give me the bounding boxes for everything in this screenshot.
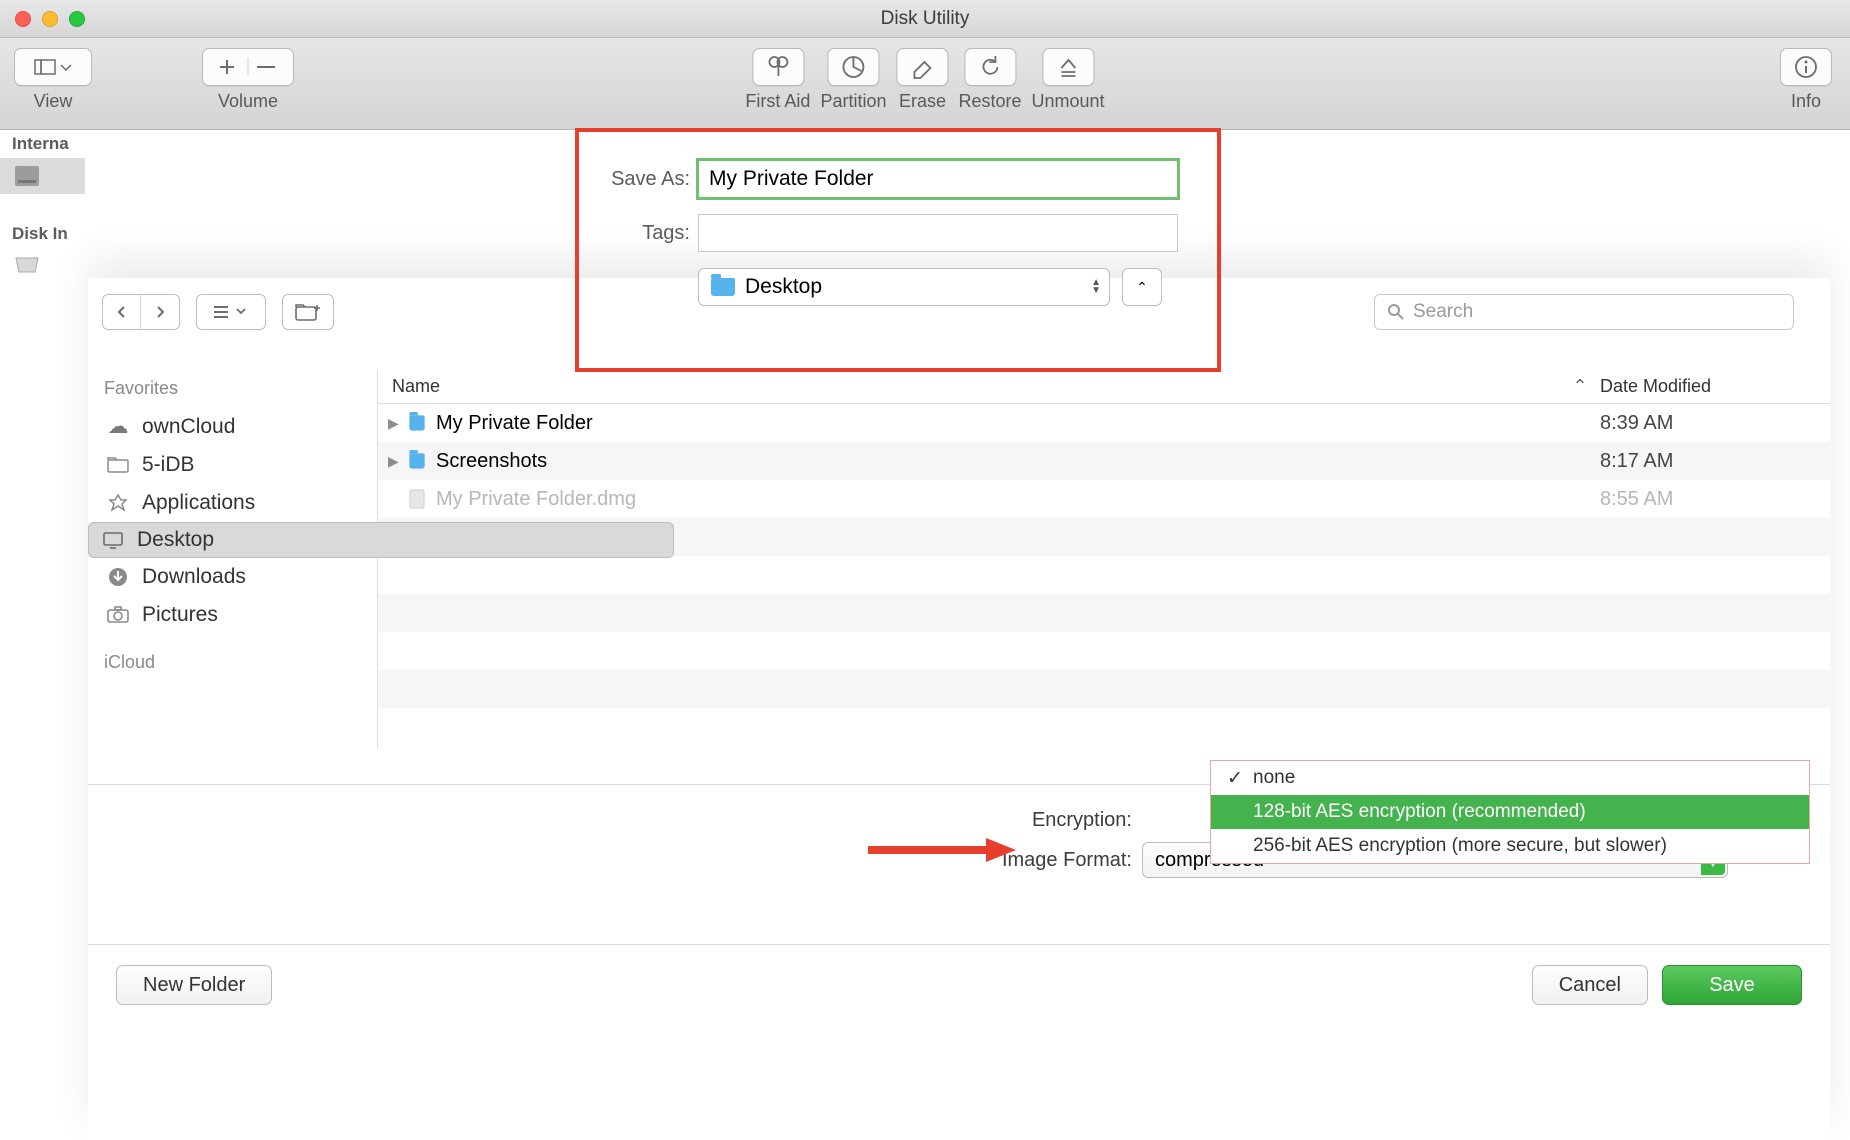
new-folder-button[interactable]: New Folder bbox=[116, 965, 272, 1005]
search-icon bbox=[1387, 303, 1405, 321]
sidebar-item-pictures[interactable]: Pictures bbox=[88, 596, 377, 634]
sidebar-item-5idb[interactable]: 5-iDB bbox=[88, 446, 377, 484]
search-input[interactable]: Search bbox=[1374, 294, 1794, 330]
save-as-label: Save As: bbox=[590, 168, 698, 191]
restore-button[interactable] bbox=[964, 48, 1016, 86]
titlebar: Disk Utility bbox=[0, 0, 1850, 38]
applications-icon bbox=[106, 493, 130, 513]
cloud-icon: ☁ bbox=[106, 414, 130, 439]
encryption-label: Encryption: bbox=[88, 809, 1142, 832]
dmg-file-icon bbox=[408, 488, 436, 510]
favorites-sidebar: Favorites ☁ownCloud 5-iDB Applications D… bbox=[88, 370, 378, 748]
folder-icon bbox=[711, 278, 735, 296]
file-row[interactable]: ▶ My Private Folder 8:39 AM bbox=[378, 404, 1830, 442]
info-button[interactable] bbox=[1780, 48, 1832, 86]
empty-row bbox=[378, 594, 1830, 632]
erase-button[interactable] bbox=[896, 48, 948, 86]
internal-disk-item[interactable] bbox=[0, 158, 85, 194]
partition-label: Partition bbox=[820, 91, 886, 112]
desktop-icon bbox=[101, 531, 125, 549]
device-sidebar: Interna Disk In bbox=[0, 130, 85, 282]
sidebar-item-desktop[interactable]: Desktop bbox=[88, 522, 674, 558]
sidebar-item-applications[interactable]: Applications bbox=[88, 484, 377, 522]
favorites-heading: Favorites bbox=[88, 370, 377, 407]
location-value: Desktop bbox=[745, 275, 822, 299]
disk-image-item[interactable] bbox=[0, 248, 85, 282]
view-label: View bbox=[34, 91, 73, 112]
toolbar: View Volume First Aid Partition Erase Re… bbox=[0, 38, 1850, 130]
first-aid-button[interactable] bbox=[752, 48, 804, 86]
column-date[interactable]: Date Modified bbox=[1600, 376, 1830, 397]
collapse-button[interactable]: ⌃ bbox=[1122, 268, 1162, 306]
annotation-arrow-icon bbox=[868, 835, 1018, 865]
disclosure-icon[interactable]: ▶ bbox=[388, 453, 408, 470]
restore-label: Restore bbox=[958, 91, 1021, 112]
encryption-option-none[interactable]: none bbox=[1211, 761, 1809, 795]
file-row-disabled: My Private Folder.dmg 8:55 AM bbox=[378, 480, 1830, 518]
disk-images-section: Disk In bbox=[0, 220, 85, 248]
encryption-option-128[interactable]: 128-bit AES encryption (recommended) bbox=[1211, 795, 1809, 829]
sidebar-item-downloads[interactable]: Downloads bbox=[88, 558, 377, 596]
empty-row bbox=[378, 632, 1830, 670]
file-row[interactable]: ▶ Screenshots 8:17 AM bbox=[378, 442, 1830, 480]
new-folder-icon-button[interactable] bbox=[282, 294, 334, 330]
view-mode-select[interactable] bbox=[196, 294, 266, 330]
stepper-icon: ▲▼ bbox=[1091, 279, 1101, 295]
save-sheet: Search Favorites ☁ownCloud 5-iDB Applica… bbox=[88, 278, 1830, 1140]
folder-icon bbox=[106, 457, 130, 473]
unmount-button[interactable] bbox=[1042, 48, 1094, 86]
first-aid-label: First Aid bbox=[745, 91, 810, 112]
encryption-menu[interactable]: none 128-bit AES encryption (recommended… bbox=[1210, 760, 1810, 864]
nav-back-forward[interactable] bbox=[102, 294, 180, 330]
empty-row bbox=[378, 670, 1830, 708]
encryption-option-256[interactable]: 256-bit AES encryption (more secure, but… bbox=[1211, 829, 1809, 863]
window-title: Disk Utility bbox=[0, 8, 1850, 30]
empty-row bbox=[378, 556, 1830, 594]
volume-label: Volume bbox=[218, 91, 278, 112]
location-select[interactable]: Desktop ▲▼ bbox=[698, 268, 1110, 306]
folder-icon bbox=[408, 414, 436, 432]
internal-section: Interna bbox=[0, 130, 85, 158]
save-as-input[interactable] bbox=[698, 160, 1178, 198]
search-placeholder: Search bbox=[1413, 301, 1473, 323]
tags-input[interactable] bbox=[698, 214, 1178, 252]
column-name[interactable]: Name bbox=[378, 376, 1560, 397]
cancel-button[interactable]: Cancel bbox=[1532, 965, 1648, 1005]
volume-buttons[interactable] bbox=[202, 48, 294, 86]
sort-indicator-icon[interactable]: ⌃ bbox=[1560, 376, 1600, 397]
partition-button[interactable] bbox=[827, 48, 879, 86]
unmount-label: Unmount bbox=[1032, 91, 1105, 112]
save-button[interactable]: Save bbox=[1662, 965, 1802, 1005]
column-headers[interactable]: Name ⌃ Date Modified bbox=[378, 370, 1830, 404]
sidebar-item-owncloud[interactable]: ☁ownCloud bbox=[88, 407, 377, 446]
view-button[interactable] bbox=[14, 48, 92, 86]
back-button[interactable] bbox=[103, 295, 141, 329]
icloud-heading: iCloud bbox=[88, 644, 377, 681]
tags-label: Tags: bbox=[590, 222, 698, 245]
forward-button[interactable] bbox=[141, 295, 179, 329]
disclosure-icon[interactable]: ▶ bbox=[388, 415, 408, 432]
pictures-icon bbox=[106, 606, 130, 624]
info-label: Info bbox=[1791, 91, 1821, 112]
empty-row bbox=[378, 708, 1830, 746]
downloads-icon bbox=[106, 566, 130, 588]
erase-label: Erase bbox=[899, 91, 946, 112]
folder-icon bbox=[408, 452, 436, 470]
